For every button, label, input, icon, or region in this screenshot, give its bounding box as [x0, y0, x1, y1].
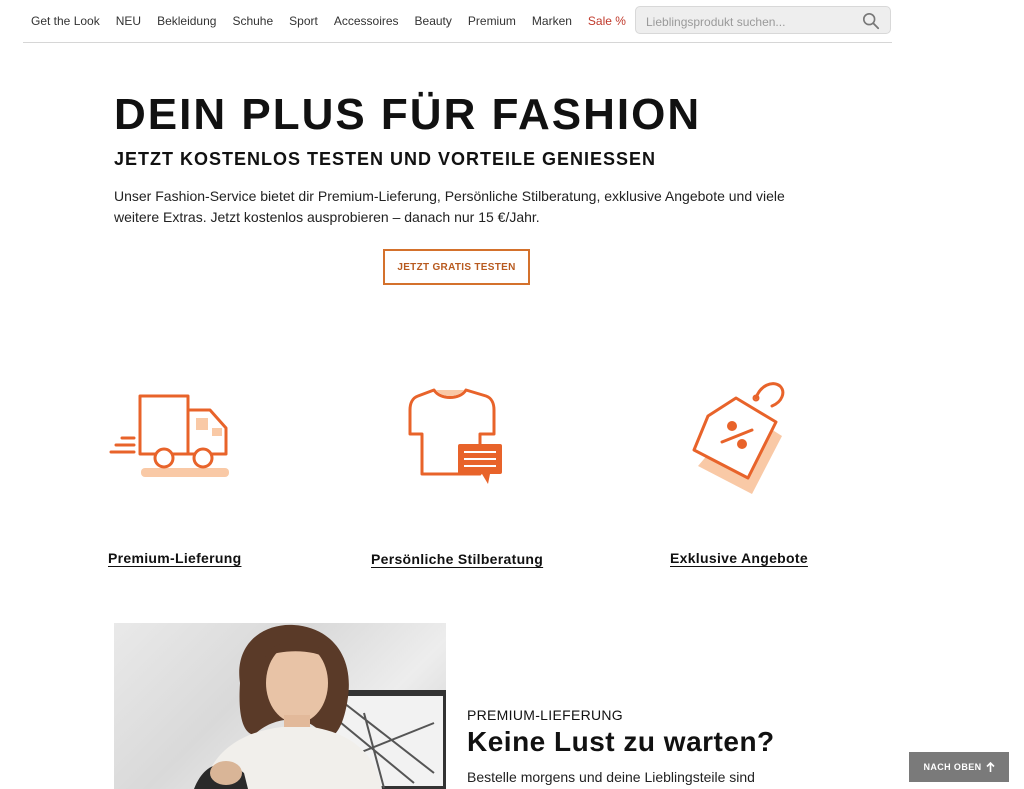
section-eyebrow: PREMIUM-LIEFERUNG: [467, 707, 623, 723]
nav-item-sale[interactable]: Sale %: [588, 14, 626, 28]
hero-description: Unser Fashion-Service bietet dir Premium…: [114, 188, 785, 225]
arrow-up-icon: [985, 761, 995, 772]
page-title: DEIN PLUS FÜR FASHION: [114, 90, 702, 139]
section-heading: Keine Lust zu warten?: [467, 726, 775, 757]
nav-item-premium[interactable]: Premium: [468, 14, 516, 28]
search-icon[interactable]: [862, 12, 880, 30]
nav-item-get-the-look[interactable]: Get the Look: [31, 14, 100, 28]
feature-link-stilberatung[interactable]: Persönliche Stilberatung: [371, 551, 543, 567]
back-to-top-button[interactable]: NACH OBEN: [909, 752, 1009, 782]
nav-menu: Get the Look NEU Bekleidung Schuhe Sport…: [23, 0, 634, 42]
feature-link-angebote[interactable]: Exklusive Angebote: [670, 550, 808, 566]
search-box: [635, 6, 891, 34]
nav-item-sport[interactable]: Sport: [289, 14, 318, 28]
shirt-chat-icon: [408, 388, 502, 484]
hero-subtitle: JETZT KOSTENLOS TESTEN UND VORTEILE GENI…: [114, 149, 657, 169]
free-trial-button[interactable]: JETZT GRATIS TESTEN: [383, 249, 530, 285]
top-navigation: Get the Look NEU Bekleidung Schuhe Sport…: [23, 0, 892, 43]
search-input[interactable]: [644, 11, 858, 33]
feature-link-premium-lieferung[interactable]: Premium-Lieferung: [108, 550, 241, 566]
nav-item-schuhe[interactable]: Schuhe: [232, 14, 273, 28]
section-text: Bestelle morgens und deine Lieblingsteil…: [467, 769, 755, 785]
discount-tag-icon: [692, 382, 785, 494]
nav-item-bekleidung[interactable]: Bekleidung: [157, 14, 216, 28]
nav-item-marken[interactable]: Marken: [532, 14, 572, 28]
nav-item-beauty[interactable]: Beauty: [415, 14, 452, 28]
back-to-top-label: NACH OBEN: [923, 762, 982, 772]
model-photo: [114, 623, 446, 789]
nav-item-accessoires[interactable]: Accessoires: [334, 14, 399, 28]
delivery-truck-icon: [109, 394, 229, 477]
nav-item-neu[interactable]: NEU: [116, 14, 141, 28]
